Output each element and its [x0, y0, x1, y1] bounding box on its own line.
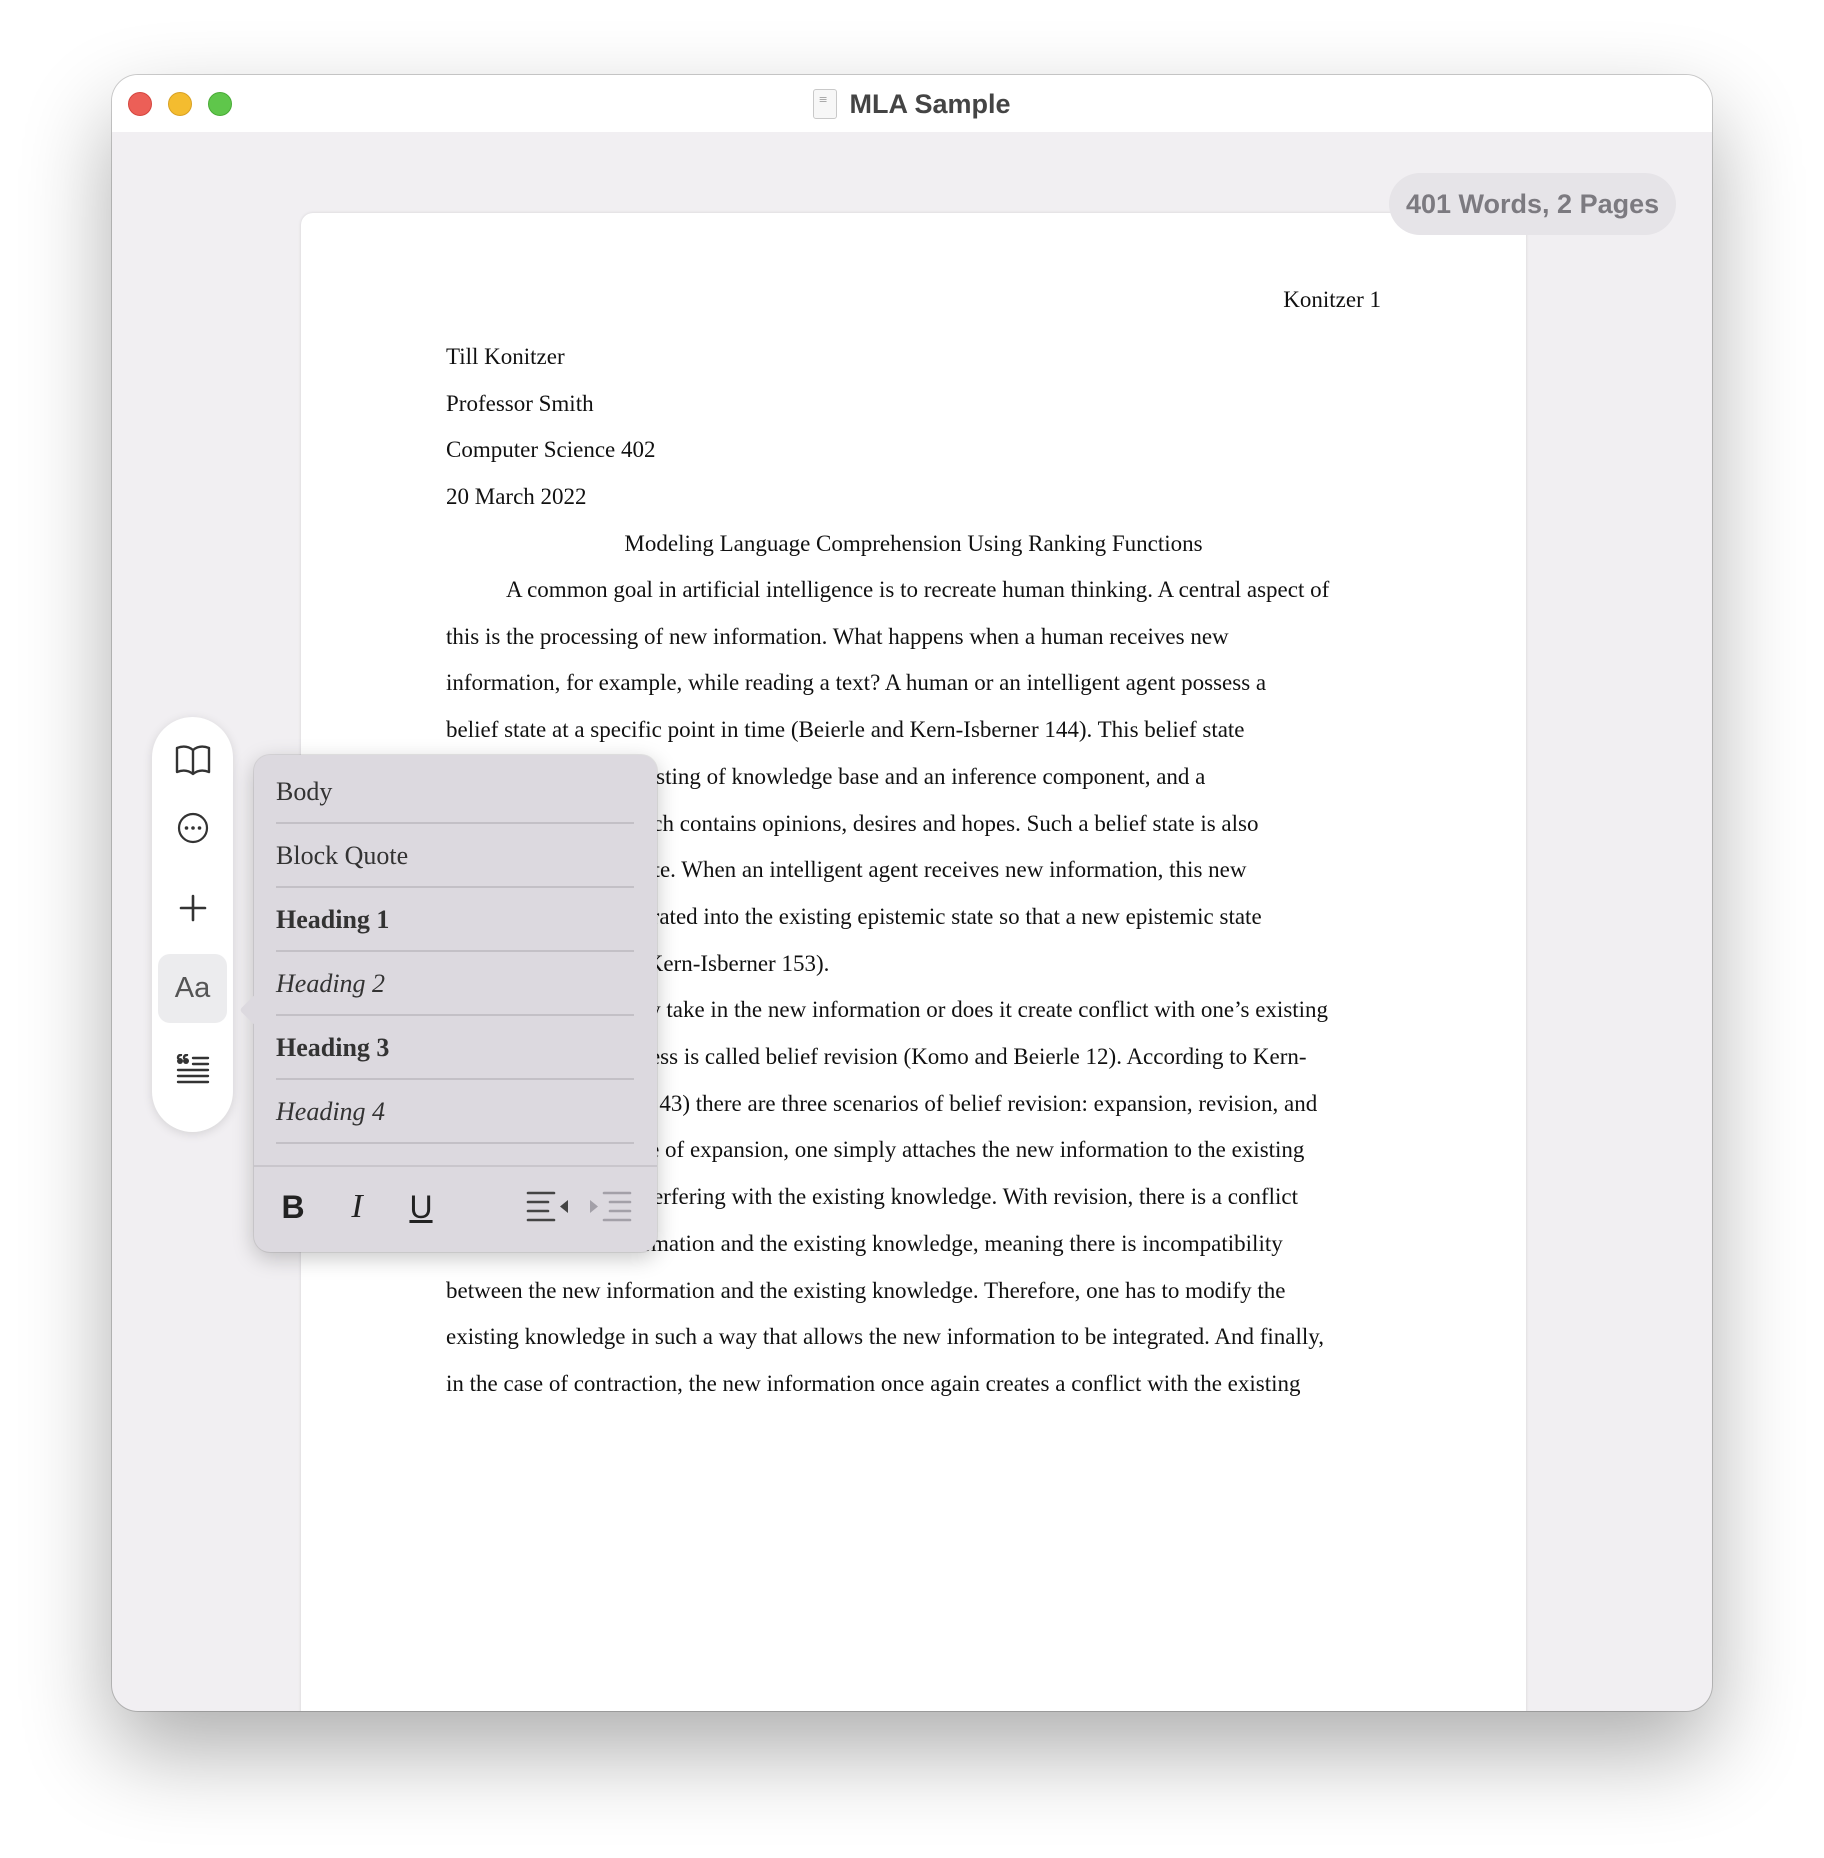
document-icon [813, 89, 838, 119]
popover-divider [254, 1165, 657, 1167]
paragraph-line: A common goal in artificial intelligence… [506, 577, 1329, 603]
more-icon [177, 812, 208, 843]
text-style-button[interactable]: Aa [158, 954, 227, 1023]
underline-button[interactable]: U [396, 1175, 446, 1239]
book-button[interactable] [158, 725, 227, 794]
app-window: MLA Sample Konitzer 1 Till Konitzer Prof… [112, 75, 1712, 1711]
text-run: information, for example, while reading … [446, 670, 1267, 696]
paragraph-line: information, for example, while reading … [446, 670, 1266, 696]
plus-icon [179, 894, 206, 921]
heading-line: 20 March 2022 [446, 484, 587, 509]
paragraph-line: between the new information and the exis… [446, 1278, 1285, 1304]
paragraph-line: this is the processing of new informatio… [446, 624, 1229, 650]
block-quote-icon [176, 1053, 209, 1083]
window-title-group: MLA Sample [112, 87, 1712, 121]
style-option-block-quote[interactable]: Block Quote [276, 824, 634, 888]
popover-arrow [239, 994, 271, 1026]
word-count-badge: 401 Words, 2 Pages [1389, 173, 1677, 235]
window-title: MLA Sample [849, 88, 1011, 119]
paragraph-line: in the case of contraction, the new info… [446, 1371, 1301, 1397]
outdent-button[interactable] [522, 1175, 574, 1239]
style-option-heading-4[interactable]: Heading 4 [276, 1080, 634, 1144]
title-bar: MLA Sample [112, 75, 1712, 132]
more-button[interactable] [158, 793, 227, 862]
outdent-icon [526, 1191, 568, 1222]
text-run: belief state at a specific point in time… [446, 717, 1245, 743]
text-run: this is the processing of new informatio… [446, 623, 1229, 649]
document-title: Modeling Language Comprehension Using Ra… [624, 531, 1203, 556]
heading-line: Computer Science 402 [446, 437, 656, 462]
paragraph-line: belief state at a specific point in time… [446, 717, 1245, 743]
bold-button[interactable]: B [268, 1175, 318, 1239]
text-style-icon: Aa [174, 972, 211, 1004]
indent-button[interactable] [584, 1175, 636, 1239]
block-quote-button[interactable] [158, 1034, 227, 1103]
indent-icon [590, 1191, 632, 1222]
text-run: between the new information and the exis… [446, 1277, 1286, 1303]
text-run: 43) there are three scenarios of belief … [653, 1090, 1318, 1116]
text-run: A common goal in artificial intelligence… [506, 577, 1330, 602]
style-option-heading-2[interactable]: Heading 2 [276, 952, 634, 1016]
heading-line: Professor Smith [446, 391, 594, 416]
style-option-heading-3[interactable]: Heading 3 [276, 1016, 634, 1080]
style-option-body[interactable]: Body [276, 760, 634, 824]
book-icon [175, 744, 210, 775]
heading-line: Till Konitzer [446, 344, 565, 369]
italic-button[interactable]: I [332, 1175, 382, 1239]
page-header: Konitzer 1 [1283, 287, 1381, 312]
side-toolbar: Aa [152, 717, 233, 1132]
style-option-heading-1[interactable]: Heading 1 [276, 888, 634, 952]
paragraph-line: existing knowledge in such a way that al… [446, 1324, 1324, 1350]
text-run: in the case of contraction, the new info… [446, 1370, 1301, 1396]
insert-button[interactable] [158, 873, 227, 942]
text-run: existing knowledge in such a way that al… [446, 1324, 1325, 1350]
text-style-popover: Body Block Quote Heading 1 Heading 2 Hea… [239, 755, 657, 1252]
